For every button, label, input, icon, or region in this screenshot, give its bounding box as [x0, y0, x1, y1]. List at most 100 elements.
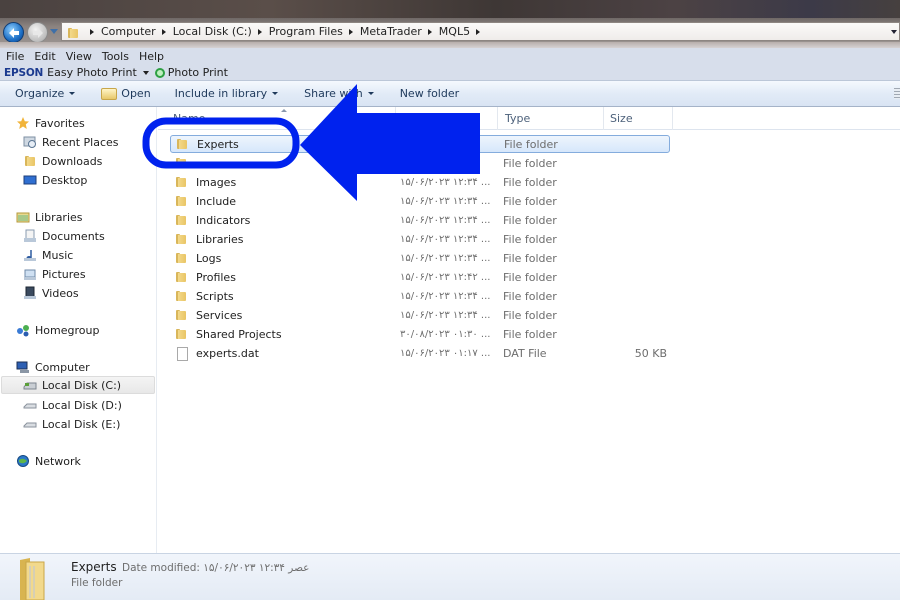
easy-photo-print-button[interactable]: Easy Photo Print — [47, 66, 137, 79]
nav-label: Favorites — [35, 116, 85, 130]
column-header-size[interactable]: Size — [610, 112, 633, 125]
column-divider[interactable] — [497, 107, 498, 130]
file-date: ۱۵/۰۶/۲۰۲۳ ۱۲:۳۴ ... — [400, 309, 491, 321]
easy-photo-print-dropdown[interactable] — [142, 70, 149, 75]
forward-button[interactable] — [27, 22, 48, 43]
file-type: File folder — [503, 289, 557, 303]
nav-favorites[interactable]: Favorites — [16, 114, 85, 132]
breadcrumb-separator[interactable] — [427, 28, 432, 35]
breadcrumb-label: Computer — [101, 25, 156, 38]
nav-local-disk-d[interactable]: Local Disk (D:) — [23, 396, 122, 414]
nav-music[interactable]: Music — [23, 246, 73, 264]
nav-documents[interactable]: Documents — [23, 227, 105, 245]
column-divider[interactable] — [672, 107, 673, 130]
file-type: File folder — [503, 327, 557, 341]
file-name: Profiles — [196, 270, 236, 284]
column-header-name[interactable]: Name — [173, 112, 205, 125]
menu-edit[interactable]: Edit — [34, 50, 55, 63]
folder-icon — [174, 194, 188, 208]
file-row-indicators[interactable]: Indicators ۱۵/۰۶/۲۰۲۳ ۱۲:۳۴ ... File fol… — [170, 211, 670, 229]
nav-downloads[interactable]: Downloads — [23, 152, 102, 170]
nav-computer[interactable]: Computer — [16, 358, 90, 376]
organize-label: Organize — [15, 87, 65, 100]
breadcrumb-metatrader[interactable]: MetaTrader — [360, 25, 439, 38]
column-divider[interactable] — [603, 107, 604, 130]
command-bar: Organize Open Include in library Share w… — [0, 80, 900, 107]
breadcrumb-label: Program Files — [268, 25, 343, 38]
file-row-shared-projects[interactable]: Shared Projects ۳۰/۰۸/۲۰۲۳ ۰۱:۳۰ ... Fil… — [170, 325, 670, 343]
file-row-hidden[interactable]: File folder — [170, 154, 670, 172]
breadcrumb-local-disk-c[interactable]: Local Disk (C:) — [173, 25, 269, 38]
menu-help[interactable]: Help — [139, 50, 164, 63]
file-row-images[interactable]: Images ۱۵/۰۶/۲۰۲۳ ۱۲:۳۴ ... File folder — [170, 173, 670, 191]
photo-print-button[interactable]: Photo Print — [168, 66, 228, 79]
details-pane: Experts Date modified: ۱۵/۰۶/۲۰۲۳ عصر ۱۲… — [0, 553, 900, 600]
nav-videos[interactable]: Videos — [23, 284, 79, 302]
file-row-include[interactable]: Include ۱۵/۰۶/۲۰۲۳ ۱۲:۳۴ ... File folder — [170, 192, 670, 210]
file-type: File folder — [503, 270, 557, 284]
nav-label: Libraries — [35, 210, 83, 224]
folder-icon — [174, 251, 188, 265]
nav-homegroup[interactable]: Homegroup — [16, 321, 99, 339]
breadcrumb-separator[interactable] — [90, 28, 94, 35]
breadcrumb-separator[interactable] — [257, 28, 262, 35]
sort-ascending-icon — [281, 109, 287, 112]
nav-local-disk-c[interactable]: Local Disk (C:) — [1, 376, 155, 394]
column-header-type[interactable]: Type — [505, 112, 530, 125]
nav-desktop[interactable]: Desktop — [23, 171, 87, 189]
menu-view[interactable]: View — [66, 50, 92, 63]
breadcrumb-program-files[interactable]: Program Files — [269, 25, 360, 38]
back-button[interactable] — [3, 22, 24, 43]
file-date: ۱۵/۰۶/۲۰۲۳ ۱۲:۳۴ ... — [400, 195, 491, 207]
file-row-experts-dat[interactable]: experts.dat ۱۵/۰۶/۲۰۲۳ ۰۱:۱۷ ... DAT Fil… — [170, 344, 670, 362]
file-name: Services — [196, 308, 243, 322]
recent-pages-dropdown[interactable] — [50, 29, 58, 34]
breadcrumb-separator[interactable] — [476, 28, 481, 35]
address-dropdown-icon[interactable] — [891, 30, 897, 34]
nav-label: Recent Places — [42, 135, 119, 149]
file-row-profiles[interactable]: Profiles ۱۵/۰۶/۲۰۲۳ ۱۲:۴۲ ... File folde… — [170, 268, 670, 286]
nav-recent-places[interactable]: Recent Places — [23, 133, 119, 151]
file-row-logs[interactable]: Logs ۱۵/۰۶/۲۰۲۳ ۱۲:۳۴ ... File folder — [170, 249, 670, 267]
drive-e-icon — [23, 417, 37, 431]
file-type: File folder — [503, 213, 557, 227]
nav-pictures[interactable]: Pictures — [23, 265, 86, 283]
breadcrumb-separator[interactable] — [348, 28, 353, 35]
breadcrumb-separator[interactable] — [161, 28, 166, 35]
folder-icon — [174, 156, 188, 170]
downloads-folder-icon — [23, 154, 37, 168]
menu-file[interactable]: File — [6, 50, 24, 63]
nav-label: Downloads — [42, 154, 103, 168]
file-row-services[interactable]: Services ۱۵/۰۶/۲۰۲۳ ۱۲:۳۴ ... File folde… — [170, 306, 670, 324]
breadcrumb-computer[interactable]: Computer — [101, 25, 173, 38]
file-row-scripts[interactable]: Scripts ۱۵/۰۶/۲۰۲۳ ۱۲:۳۴ ... File folder — [170, 287, 670, 305]
file-row-experts[interactable]: Experts File folder — [170, 135, 670, 153]
address-bar[interactable]: Computer Local Disk (C:) Program Files M… — [61, 22, 900, 41]
file-row-libraries[interactable]: Libraries ۱۵/۰۶/۲۰۲۳ ۱۲:۳۴ ... File fold… — [170, 230, 670, 248]
include-in-library-button[interactable]: Include in library — [174, 81, 279, 106]
breadcrumb-label: MetaTrader — [359, 25, 422, 38]
change-view-button[interactable] — [894, 88, 900, 99]
breadcrumb-mql5[interactable]: MQL5 — [439, 25, 487, 38]
computer-icon — [16, 360, 30, 374]
details-type: File folder — [71, 577, 123, 589]
file-name: Images — [196, 175, 237, 189]
file-size: 50 KB — [634, 346, 667, 360]
nav-local-disk-e[interactable]: Local Disk (E:) — [23, 415, 120, 433]
large-folder-icon — [16, 556, 48, 600]
nav-network[interactable]: Network — [16, 452, 81, 470]
open-button[interactable]: Open — [101, 81, 151, 106]
nav-libraries[interactable]: Libraries — [16, 208, 83, 226]
organize-button[interactable]: Organize — [15, 81, 76, 106]
file-name: Indicators — [196, 213, 251, 227]
column-divider[interactable] — [395, 107, 396, 130]
file-date: ۱۵/۰۶/۲۰۲۳ ۱۲:۳۴ ... — [400, 252, 491, 264]
share-with-button[interactable]: Share with — [304, 81, 374, 106]
file-name: Shared Projects — [196, 327, 282, 341]
menu-tools[interactable]: Tools — [102, 50, 129, 63]
include-in-library-label: Include in library — [174, 87, 268, 100]
photo-print-icon — [154, 67, 165, 78]
nav-label: Documents — [42, 229, 105, 243]
new-folder-button[interactable]: New folder — [400, 81, 459, 106]
file-list: Name Type Size Experts File folder File … — [158, 107, 900, 553]
